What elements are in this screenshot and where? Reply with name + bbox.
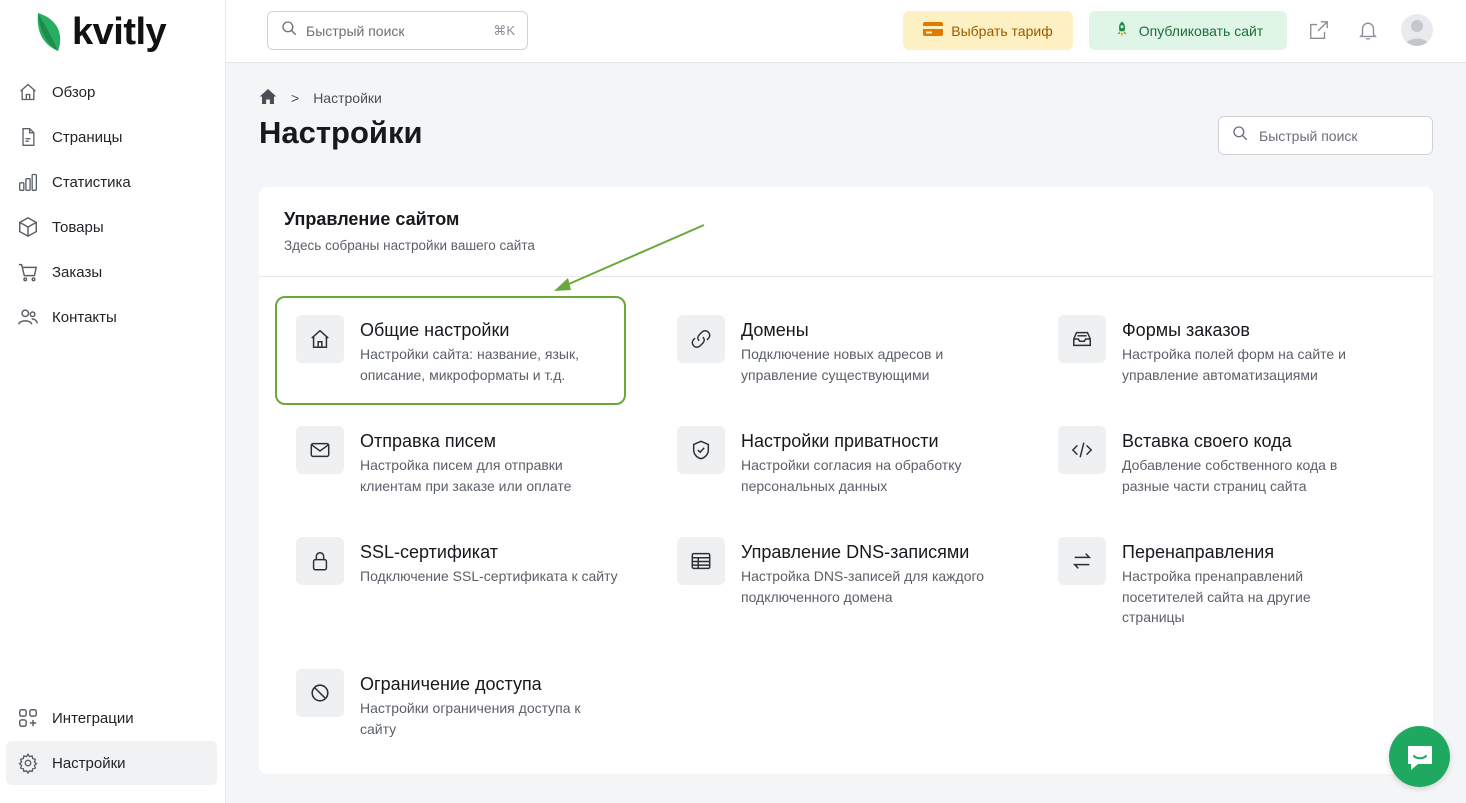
- tile-title: Вставка своего кода: [1122, 431, 1292, 451]
- tile-description: Подключение новых адресов и управление с…: [741, 346, 944, 383]
- external-link-icon[interactable]: [1306, 17, 1332, 43]
- email-sending-tile[interactable]: Отправка писем Настройка писем для отпра…: [296, 426, 656, 496]
- tile-title: Управление DNS-записями: [741, 542, 970, 562]
- page-title: Настройки: [259, 115, 423, 150]
- tile-title: Домены: [741, 320, 809, 340]
- card-header: Управление сайтом Здесь собраны настройк…: [259, 187, 1433, 277]
- inbox-icon: [1058, 315, 1106, 363]
- tile-title: Отправка писем: [360, 431, 497, 451]
- order-forms-tile[interactable]: Формы заказов Настройка полей форм на са…: [1058, 315, 1418, 385]
- sidebar-item-label: Обзор: [52, 83, 96, 101]
- tile-description: Настройка DNS-записей для каждого подклю…: [741, 568, 985, 605]
- card-subtitle: Здесь собраны настройки вашего сайта: [284, 238, 535, 253]
- tile-title: Ограничение доступа: [360, 674, 542, 694]
- tile-description: Настройки ограничения доступа к сайту: [360, 700, 581, 737]
- custom-code-tile[interactable]: Вставка своего кода Добавление собственн…: [1058, 426, 1418, 496]
- sidebar-bottom-nav: Интеграции Настройки: [6, 696, 217, 786]
- quick-search-input[interactable]: Быстрый поиск ⌘K: [267, 11, 528, 50]
- tile-description: Подключение SSL-сертификата к сайту: [360, 568, 618, 584]
- logo[interactable]: kvitly: [34, 8, 167, 56]
- sidebar-item-label: Заказы: [52, 263, 103, 281]
- home-icon: [16, 80, 40, 104]
- search-placeholder: Быстрый поиск: [306, 22, 405, 39]
- sidebar-item-label: Статистика: [52, 173, 131, 191]
- sidebar-item-pages[interactable]: Страницы: [6, 115, 217, 159]
- dns-records-tile[interactable]: Управление DNS-записями Настройка DNS-за…: [677, 537, 1037, 607]
- sidebar-item-label: Страницы: [52, 128, 123, 146]
- sidebar: kvitly Обзор Страницы Статистика Товары: [0, 0, 226, 803]
- sidebar-item-label: Настройки: [52, 754, 126, 772]
- tile-title: Формы заказов: [1122, 320, 1250, 340]
- choose-tariff-label: Выбрать тариф: [951, 22, 1053, 39]
- general-settings-tile[interactable]: Общие настройки Настройки сайта: названи…: [296, 315, 656, 385]
- arrows-swap-icon: [1058, 537, 1106, 585]
- sidebar-item-products[interactable]: Товары: [6, 205, 217, 249]
- chat-widget-button[interactable]: [1389, 726, 1450, 787]
- grid-plus-icon: [16, 706, 40, 730]
- tile-description: Настройки сайта: название, язык, описани…: [360, 346, 580, 383]
- breadcrumb: > Настройки: [259, 88, 382, 108]
- cart-icon: [16, 260, 40, 284]
- sidebar-item-integrations[interactable]: Интеграции: [6, 696, 217, 740]
- settings-search[interactable]: [1218, 116, 1433, 155]
- mail-icon: [296, 426, 344, 474]
- sidebar-item-statistics[interactable]: Статистика: [6, 160, 217, 204]
- topbar: Быстрый поиск ⌘K Выбрать тариф Опубликов…: [226, 0, 1466, 63]
- breadcrumb-current: Настройки: [313, 90, 382, 106]
- tile-description: Настройка полей форм на сайте и управлен…: [1122, 346, 1346, 383]
- home-breadcrumb-icon[interactable]: [259, 88, 277, 108]
- gear-icon: [16, 751, 40, 775]
- sidebar-item-label: Интеграции: [52, 709, 134, 727]
- shield-check-icon: [677, 426, 725, 474]
- choose-tariff-button[interactable]: Выбрать тариф: [903, 11, 1073, 50]
- tile-title: Перенаправления: [1122, 542, 1275, 562]
- chat-icon: [1407, 745, 1432, 770]
- users-icon: [16, 305, 40, 329]
- tile-description: Настройки согласия на обработку персонал…: [741, 457, 962, 494]
- sidebar-nav: Обзор Страницы Статистика Товары Заказы: [6, 70, 217, 340]
- sidebar-item-overview[interactable]: Обзор: [6, 70, 217, 114]
- redirects-tile[interactable]: Перенаправления Настройка пренаправлений…: [1058, 537, 1418, 628]
- box-icon: [16, 215, 40, 239]
- tile-title: SSL-сертификат: [360, 542, 498, 562]
- table-icon: [677, 537, 725, 585]
- sidebar-item-settings[interactable]: Настройки: [6, 741, 217, 785]
- breadcrumb-separator: >: [291, 90, 300, 106]
- domains-tile[interactable]: Домены Подключение новых адресов и управ…: [677, 315, 1037, 385]
- lock-icon: [296, 537, 344, 585]
- rocket-icon: [1113, 20, 1131, 41]
- settings-search-input[interactable]: [1259, 127, 1419, 144]
- sidebar-item-label: Контакты: [52, 308, 117, 326]
- tile-description: Настройка писем для отправки клиентам пр…: [360, 457, 572, 494]
- search-icon: [1231, 124, 1249, 147]
- privacy-settings-tile[interactable]: Настройки приватности Настройки согласия…: [677, 426, 1037, 496]
- link-icon: [677, 315, 725, 363]
- ban-icon: [296, 669, 344, 717]
- tile-title: Настройки приватности: [741, 431, 939, 451]
- home-icon: [296, 315, 344, 363]
- tile-description: Добавление собственного кода в разные ча…: [1122, 457, 1338, 494]
- sidebar-item-label: Товары: [52, 218, 104, 236]
- bar-chart-icon: [16, 170, 40, 194]
- card-title: Управление сайтом: [284, 209, 460, 229]
- publish-site-label: Опубликовать сайт: [1138, 22, 1264, 39]
- access-restriction-tile[interactable]: Ограничение доступа Настройки ограничени…: [296, 669, 656, 739]
- publish-site-button[interactable]: Опубликовать сайт: [1089, 11, 1287, 50]
- search-icon: [280, 19, 298, 42]
- tile-title: Общие настройки: [360, 320, 510, 340]
- sidebar-item-contacts[interactable]: Контакты: [6, 295, 217, 339]
- tile-description: Настройка пренаправлений посетителей сай…: [1122, 568, 1311, 625]
- leaf-logo-icon: [37, 13, 61, 51]
- code-icon: [1058, 426, 1106, 474]
- credit-card-icon: [923, 21, 944, 40]
- avatar[interactable]: [1401, 14, 1433, 46]
- sidebar-item-orders[interactable]: Заказы: [6, 250, 217, 294]
- user-icon: [1405, 20, 1429, 46]
- search-shortcut: ⌘K: [493, 22, 515, 38]
- file-icon: [16, 125, 40, 149]
- bell-icon[interactable]: [1355, 17, 1381, 43]
- brand-name: kvitly: [72, 10, 167, 53]
- ssl-certificate-tile[interactable]: SSL-сертификат Подключение SSL-сертифика…: [296, 537, 656, 587]
